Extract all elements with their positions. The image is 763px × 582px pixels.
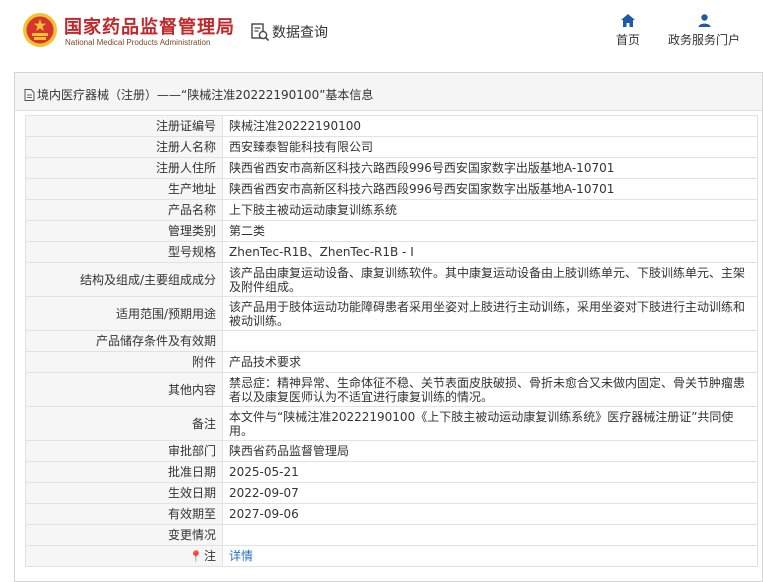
table-row: 批准日期 2025-05-21 [25,461,758,483]
row-value[interactable]: 2027-09-06 [222,503,758,525]
data-query-icon [251,23,270,42]
note-value-cell: 详情 [222,545,758,567]
row-value[interactable]: 该产品用于肢体运动功能障碍患者采用坐姿对上肢进行主动训练，采用坐姿对下肢进行主动… [222,296,758,331]
nav-home-label: 首页 [615,33,640,47]
note-label: 注 [203,548,216,563]
row-label: 附件 [25,351,223,373]
row-label: 型号规格 [25,241,223,263]
breadcrumb: 境内医疗器械（注册）——“陕械注准20222190100”基本信息 [24,86,373,103]
national-emblem-icon[interactable] [22,12,58,48]
row-value[interactable] [222,524,758,546]
row-label: 备注 [25,406,223,441]
table-row-note: 📍注 详情 [25,545,758,567]
row-label: 管理类别 [25,220,223,242]
row-value[interactable]: 禁忌症：精神异常、生命体征不稳、关节表面皮肤破损、骨折未愈合又未做内固定、骨关节… [222,372,758,407]
panel-header: 境内医疗器械（注册）——“陕械注准20222190100”基本信息 [15,73,762,111]
row-value[interactable]: 上下肢主被动运动康复训练系统 [222,199,758,221]
user-icon [698,14,710,27]
table-row: 审批部门 陕西省药品监督管理局 [25,440,758,462]
table-row: 型号规格 ZhenTec-R1B、ZhenTec-R1B - I [25,241,758,263]
row-label: 生产地址 [25,178,223,200]
row-value[interactable]: 陕西省药品监督管理局 [222,440,758,462]
row-value[interactable]: 陕西省西安市高新区科技六路西段996号西安国家数字出版基地A-10701 [222,157,758,179]
row-value[interactable]: 第二类 [222,220,758,242]
nav-home[interactable]: 首页 [612,14,644,48]
table-row: 注册人名称 西安臻泰智能科技有限公司 [25,136,758,158]
row-value[interactable]: 产品技术要求 [222,351,758,373]
table-row: 注册证编号 陕械注准20222190100 [25,115,758,137]
detail-panel: 境内医疗器械（注册）——“陕械注准20222190100”基本信息 注册证编号陕… [14,72,763,582]
table-row: 产品储存条件及有效期 [25,330,758,352]
table-row: 适用范围/预期用途 该产品用于肢体运动功能障碍患者采用坐姿对上肢进行主动训练，采用… [25,296,758,331]
location-pin-icon: 📍 [189,549,203,563]
table-row: 变更情况 [25,524,758,546]
nav-government-portal[interactable]: 政务服务门户 [666,14,742,48]
nav-portal-label: 政务服务门户 [667,33,740,47]
table-row: 结构及组成/主要组成成分 该产品由康复运动设备、康复训练软件。其中康复运动设备由上… [25,262,758,297]
row-value[interactable]: 陕西省西安市高新区科技六路西段996号西安国家数字出版基地A-10701 [222,178,758,200]
table-row: 生效日期 2022-09-07 [25,482,758,504]
row-value[interactable]: 2022-09-07 [222,482,758,504]
row-label: 审批部门 [25,440,223,462]
row-value[interactable]: 该产品由康复运动设备、康复训练软件。其中康复运动设备由上肢训练单元、下肢训练单元… [222,262,758,297]
table-row: 备注 本文件与“陕械注准20222190100《上下肢主被动运动康复训练系统》医疗… [25,406,758,441]
row-value[interactable]: 陕械注准20222190100 [222,115,758,137]
row-label: 结构及组成/主要组成成分 [25,262,223,297]
row-value[interactable]: 西安臻泰智能科技有限公司 [222,136,758,158]
row-label: 其他内容 [25,372,223,407]
registration-info-table: 注册证编号 陕械注准20222190100 注册人名称 西安臻泰智能科技有限公司 注… [25,115,758,567]
row-value[interactable] [222,330,758,352]
site-subtitle[interactable]: National Medical Products Administration [65,38,210,47]
home-icon [621,14,635,27]
row-label: 有效期至 [25,503,223,525]
site-header: 国家药品监督管理局 National Medical Products Admi… [0,0,763,66]
row-label: 产品名称 [25,199,223,221]
row-label: 注册人名称 [25,136,223,158]
row-label: 产品储存条件及有效期 [25,330,223,352]
row-value[interactable]: ZhenTec-R1B、ZhenTec-R1B - I [222,241,758,263]
table-row: 注册人住所 陕西省西安市高新区科技六路西段996号西安国家数字出版基地A-1070… [25,157,758,179]
document-icon [24,88,35,101]
table-row: 附件 产品技术要求 [25,351,758,373]
data-query-label: 数据查询 [272,25,328,41]
row-label: 变更情况 [25,524,223,546]
table-row: 生产地址 陕西省西安市高新区科技六路西段996号西安国家数字出版基地A-10701 [25,178,758,200]
row-label: 生效日期 [25,482,223,504]
breadcrumb-text: 境内医疗器械（注册）——“陕械注准20222190100”基本信息 [37,88,374,102]
details-link[interactable]: 详情 [229,549,253,563]
table-row: 有效期至 2027-09-06 [25,503,758,525]
row-label: 注册人住所 [25,157,223,179]
table-row: 其他内容 禁忌症：精神异常、生命体征不稳、关节表面皮肤破损、骨折未愈合又未做内固定… [25,372,758,407]
row-value[interactable]: 本文件与“陕械注准20222190100《上下肢主被动运动康复训练系统》医疗器械… [222,406,758,441]
row-label: 适用范围/预期用途 [25,296,223,331]
row-label: 注册证编号 [25,115,223,137]
row-value[interactable]: 2025-05-21 [222,461,758,483]
note-label-cell: 📍注 [25,545,223,567]
table-row: 管理类别 第二类 [25,220,758,242]
row-label: 批准日期 [25,461,223,483]
data-query-link[interactable]: 数据查询 [250,22,328,42]
table-row: 产品名称 上下肢主被动运动康复训练系统 [25,199,758,221]
site-title[interactable]: 国家药品监督管理局 [64,13,235,39]
